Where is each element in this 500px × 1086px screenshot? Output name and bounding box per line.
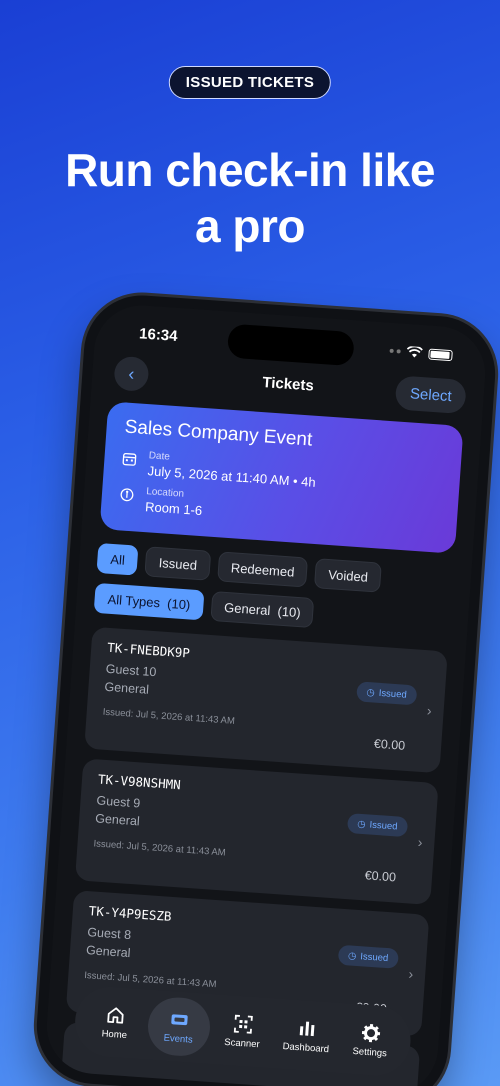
ticket-icon [171, 1013, 188, 1025]
filter-all-types[interactable]: All Types (10) [93, 582, 205, 621]
event-location-value: Room 1-6 [144, 499, 203, 519]
status-badge-label: Issued [359, 950, 389, 964]
battery-icon [428, 348, 453, 361]
filter-general-label: General [223, 599, 271, 618]
tab-dashboard-label: Dashboard [282, 1040, 330, 1055]
tab-settings-label: Settings [352, 1045, 388, 1059]
status-time: 16:34 [138, 325, 179, 345]
ticket-price: €0.00 [373, 736, 406, 753]
event-card: Sales Company Event Date July 5, 2026 at… [99, 401, 464, 554]
status-icons [389, 345, 453, 361]
tab-home[interactable]: Home [82, 991, 148, 1053]
phone-mockup: 16:34 ‹ Tickets Select Sales Company Eve… [32, 291, 500, 1086]
ticket-row[interactable]: TK-FNEBDK9P Guest 10 General ◷ Issued › I… [84, 626, 448, 774]
chevron-right-icon: › [417, 833, 424, 851]
chevron-right-icon: › [426, 702, 433, 719]
tab-events-label: Events [163, 1032, 194, 1046]
headline-line-2: a pro [195, 200, 305, 252]
clock-icon: ◷ [347, 949, 357, 962]
filter-general[interactable]: General (10) [210, 590, 315, 629]
clock-icon: ◷ [356, 818, 366, 830]
ticket-issued-date: Issued: Jul 5, 2026 at 11:43 AM [102, 706, 236, 727]
filter-all-types-count: (10) [166, 595, 191, 612]
filter-all-types-label: All Types [107, 591, 161, 610]
status-badge-label: Issued [378, 687, 408, 701]
filter-redeemed[interactable]: Redeemed [216, 551, 309, 588]
dynamic-island [226, 323, 355, 367]
filter-voided[interactable]: Voided [314, 558, 382, 593]
qr-code-icon [233, 1014, 253, 1034]
tab-events[interactable]: Events [146, 995, 212, 1058]
clock-icon: ◷ [366, 686, 376, 699]
filter-all[interactable]: All [96, 542, 139, 576]
select-button[interactable]: Select [394, 375, 467, 415]
tab-scanner[interactable]: Scanner [210, 1000, 276, 1062]
headline: Run check-in like a pro [0, 142, 500, 254]
section-pill: ISSUED TICKETS [168, 66, 332, 99]
ticket-row[interactable]: TK-V98NSHMN Guest 9 General ◷ Issued › Is… [74, 758, 439, 905]
ticket-issued-date: Issued: Jul 5, 2026 at 11:43 AM [93, 838, 226, 859]
tab-dashboard[interactable]: Dashboard [274, 1005, 340, 1067]
wifi-icon [406, 345, 423, 358]
status-badge-label: Issued [369, 819, 398, 832]
headline-line-1: Run check-in like [65, 144, 435, 196]
filter-issued[interactable]: Issued [144, 546, 212, 581]
tab-scanner-label: Scanner [223, 1036, 261, 1050]
gear-icon [361, 1023, 381, 1042]
house-icon [107, 1006, 124, 1024]
filter-general-count: (10) [277, 603, 302, 620]
bar-chart-icon [299, 1021, 315, 1036]
calendar-icon [122, 452, 137, 466]
status-badge: ◷ Issued [355, 681, 418, 706]
ticket-price: €0.00 [364, 868, 397, 885]
chevron-right-icon: › [408, 965, 414, 982]
phone-screen: 16:34 ‹ Tickets Select Sales Company Eve… [43, 302, 489, 1086]
signal-icon [389, 348, 401, 354]
status-badge: ◷ Issued [337, 944, 399, 969]
tab-home-label: Home [101, 1027, 128, 1041]
status-badge: ◷ Issued [346, 812, 409, 838]
location-pin-icon [120, 488, 134, 502]
tab-settings[interactable]: Settings [338, 1009, 404, 1071]
